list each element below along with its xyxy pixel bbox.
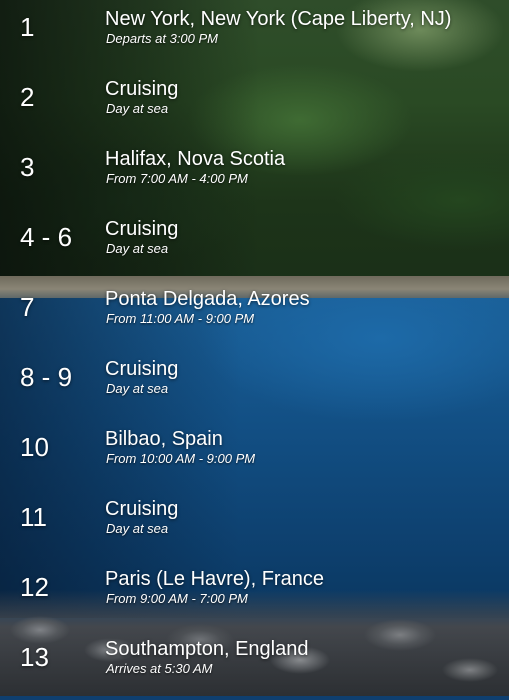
port-time: From 9:00 AM - 7:00 PM [106,591,248,606]
port-name: Cruising [105,358,179,380]
port-name: Cruising [105,78,179,100]
port-name: Southampton, England [105,638,309,660]
port-name: Paris (Le Havre), France [105,568,324,590]
day-number: 11 [20,502,47,532]
itinerary-row: 8 - 9 Cruising Day at sea [0,350,509,420]
port-name: New York, New York (Cape Liberty, NJ) [105,8,452,30]
port-time: From 7:00 AM - 4:00 PM [106,171,248,186]
day-number: 3 [20,152,35,182]
port-time: From 11:00 AM - 9:00 PM [106,311,255,326]
day-number: 13 [20,642,49,672]
itinerary-row: 1 New York, New York (Cape Liberty, NJ) … [0,0,509,70]
port-time: Day at sea [106,381,169,396]
port-time: Day at sea [106,101,169,116]
itinerary-row: 12 Paris (Le Havre), France From 9:00 AM… [0,560,509,630]
day-number: 8 - 9 [20,362,73,392]
day-number: 1 [20,12,35,42]
day-number: 12 [20,572,49,602]
itinerary-row: 13 Southampton, England Arrives at 5:30 … [0,630,509,700]
port-name: Halifax, Nova Scotia [105,148,286,170]
itinerary-row: 4 - 6 Cruising Day at sea [0,210,509,280]
day-number: 10 [20,432,49,462]
port-time: Arrives at 5:30 AM [106,661,213,676]
port-time: Day at sea [106,241,169,256]
port-name: Cruising [105,218,179,240]
day-number: 2 [20,82,35,112]
itinerary-row: 11 Cruising Day at sea [0,490,509,560]
itinerary-list: 1 New York, New York (Cape Liberty, NJ) … [0,0,509,696]
port-name: Cruising [105,498,179,520]
itinerary-row: 7 Ponta Delgada, Azores From 11:00 AM - … [0,280,509,350]
port-time: Day at sea [106,521,169,536]
day-number: 7 [20,292,35,322]
port-name: Bilbao, Spain [105,428,223,450]
itinerary-row: 2 Cruising Day at sea [0,70,509,140]
port-time: From 10:00 AM - 9:00 PM [106,451,256,466]
port-time: Departs at 3:00 PM [106,31,218,46]
day-number: 4 - 6 [20,222,73,252]
itinerary-row: 10 Bilbao, Spain From 10:00 AM - 9:00 PM [0,420,509,490]
port-name: Ponta Delgada, Azores [105,288,310,310]
itinerary-row: 3 Halifax, Nova Scotia From 7:00 AM - 4:… [0,140,509,210]
